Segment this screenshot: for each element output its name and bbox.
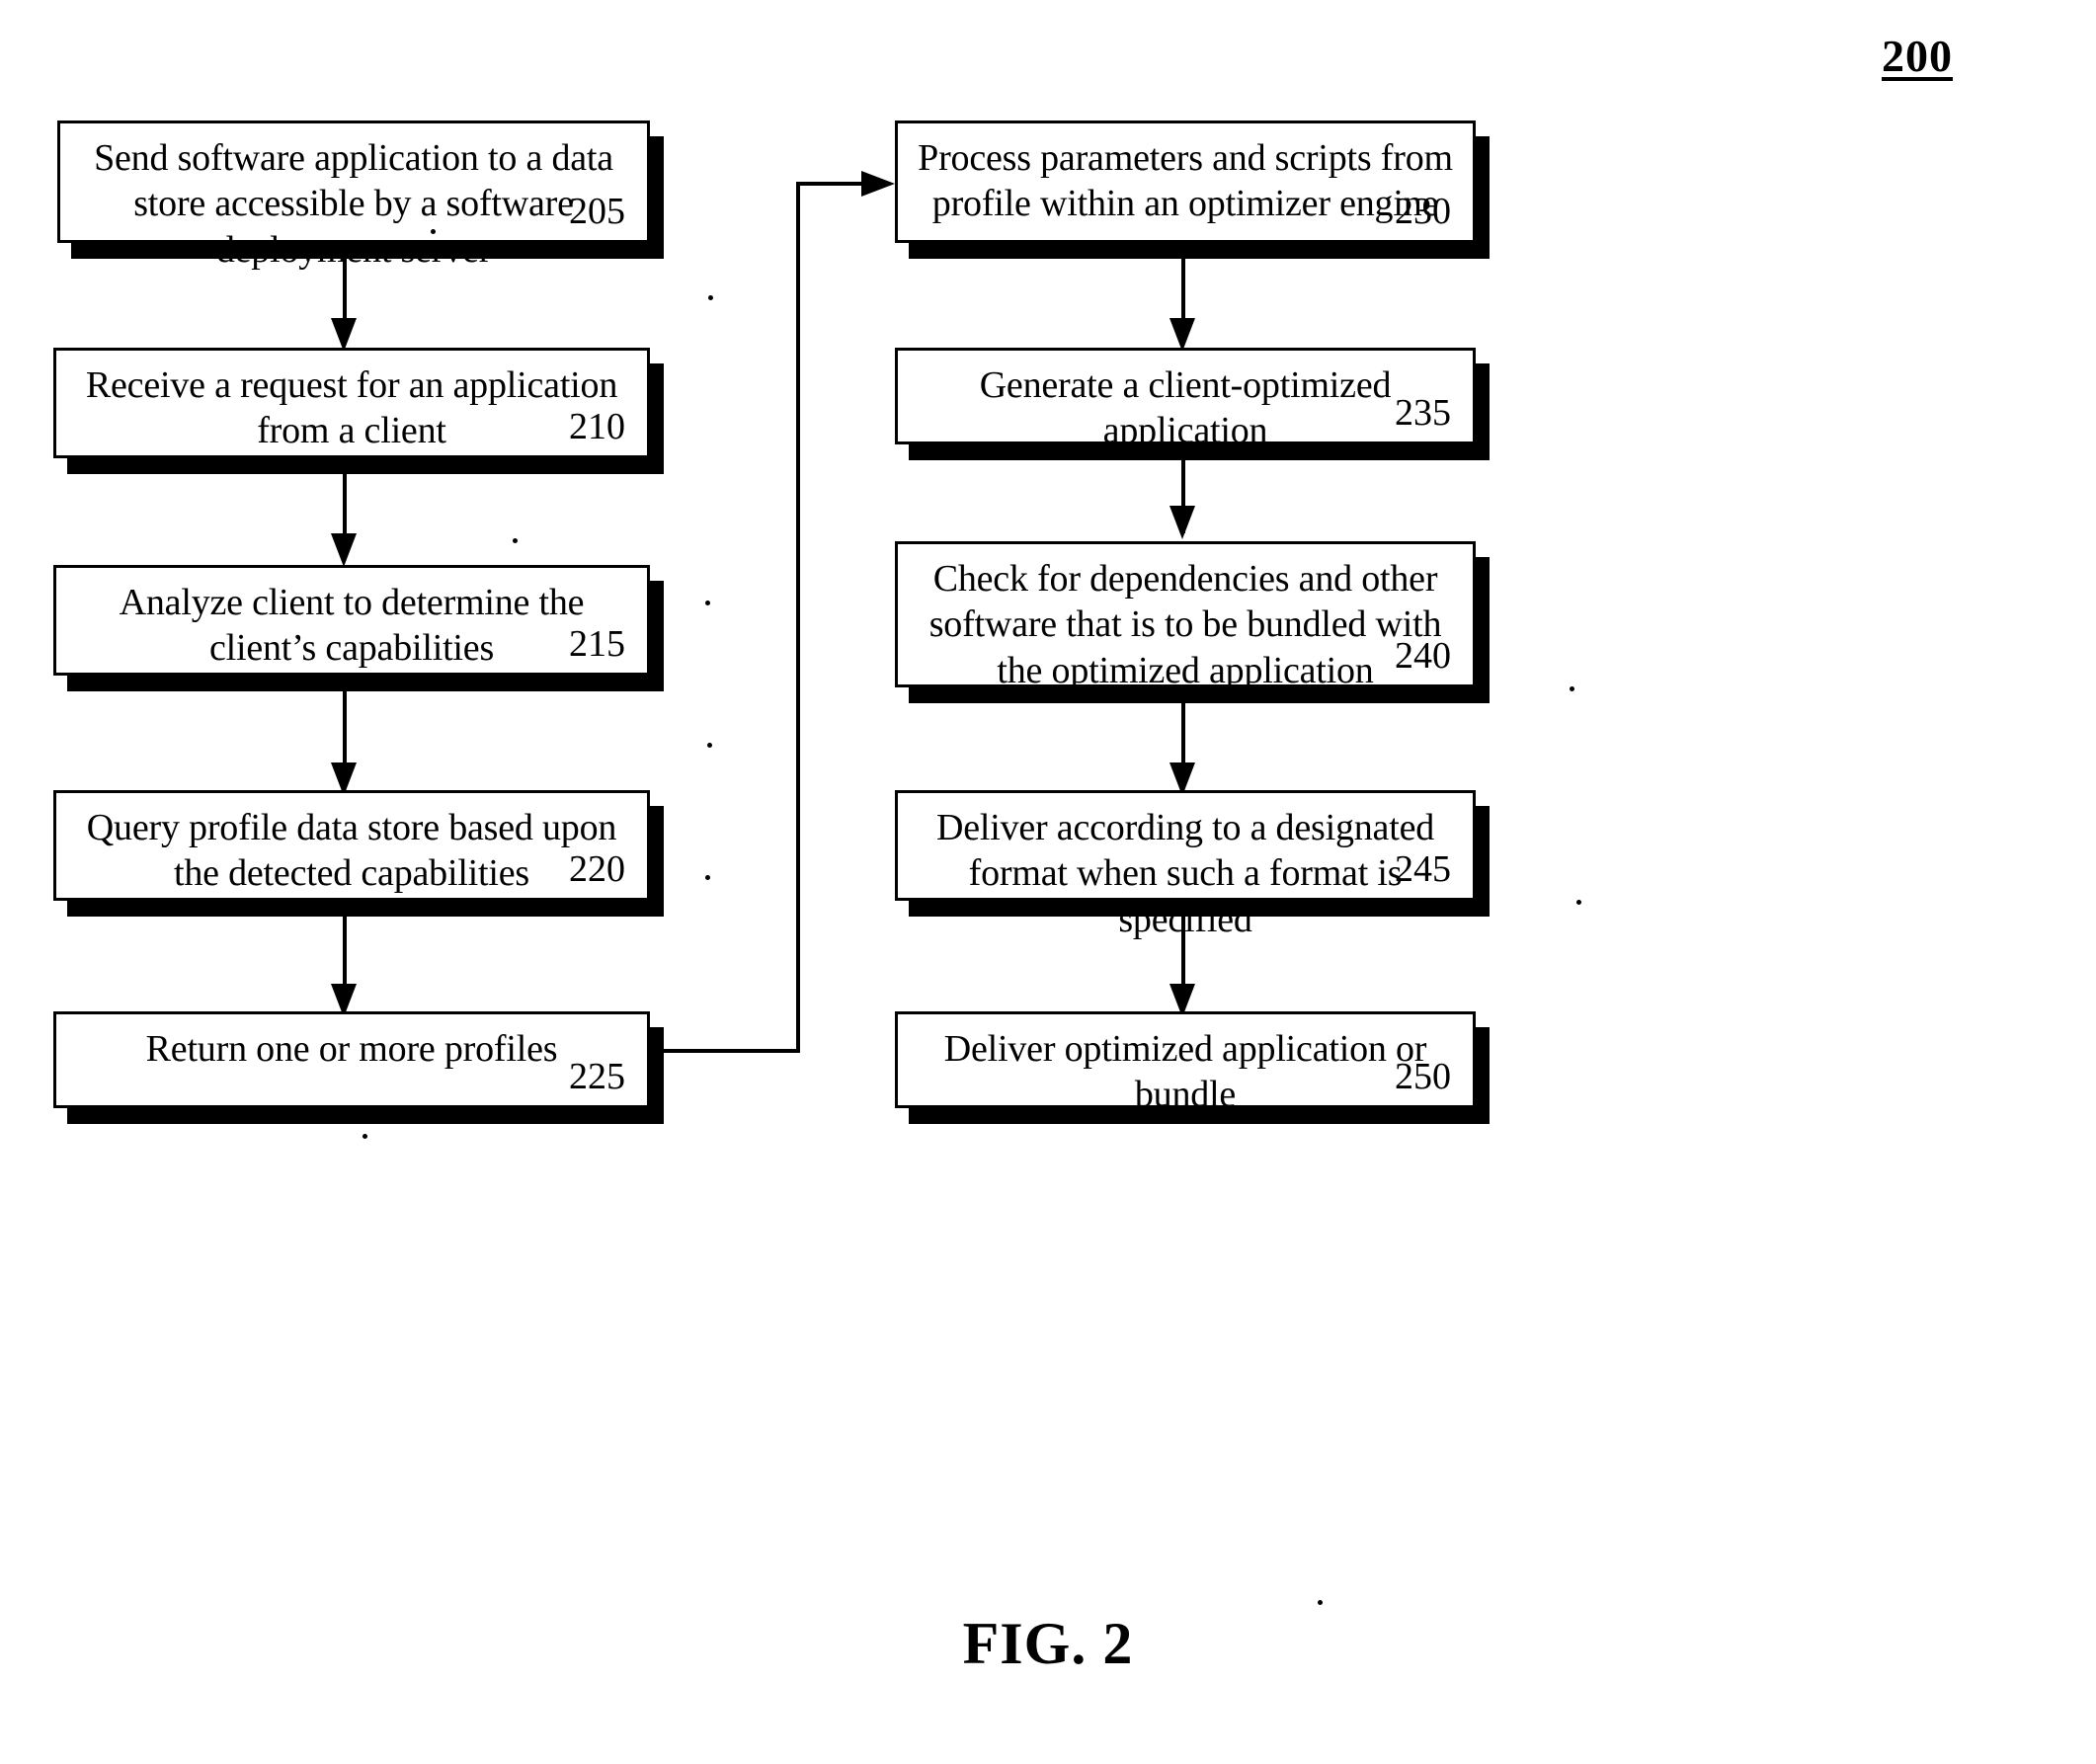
flowchart-node-205[interactable]: Send software application to a data stor… (57, 120, 650, 271)
flowchart-node-245[interactable]: Deliver according to a designated format… (895, 790, 1476, 940)
connector-225-to-230-segment-right (650, 1049, 800, 1053)
scan-speck (363, 1134, 367, 1139)
scan-speck (431, 229, 436, 234)
node-220-text: Query profile data store based upon the … (86, 807, 617, 895)
connector-220-to-225-line (343, 915, 347, 992)
figure-reference-number: 200 (1882, 31, 1953, 81)
scan-speck (1570, 686, 1574, 691)
connector-225-to-230-arrowhead (861, 171, 895, 197)
flowchart-node-235[interactable]: Generate a client-optimized application … (895, 348, 1476, 451)
node-225-number: 225 (569, 1056, 625, 1097)
flowchart-node-225[interactable]: Return one or more profiles 225 (53, 1011, 650, 1108)
flowchart-node-250[interactable]: Deliver optimized application or bundle … (895, 1011, 1476, 1115)
node-230-text: Process parameters and scripts from prof… (918, 137, 1453, 225)
scan-speck (513, 538, 518, 543)
node-210-text: Receive a request for an application fro… (85, 364, 618, 452)
connector-225-to-230-segment-up (796, 182, 800, 1053)
flowchart-node-240[interactable]: Check for dependencies and other softwar… (895, 541, 1476, 691)
node-235-text: Generate a client-optimized application (979, 364, 1392, 452)
scan-speck (1576, 900, 1581, 905)
node-235-number: 235 (1395, 392, 1451, 434)
scan-speck (707, 743, 712, 748)
node-205-text: Send software application to a data stor… (94, 137, 613, 271)
connector-235-to-240-arrowhead (1169, 506, 1195, 539)
node-220-number: 220 (569, 848, 625, 890)
node-210-number: 210 (569, 406, 625, 447)
node-250-number: 250 (1395, 1056, 1451, 1097)
node-215-number: 215 (569, 623, 625, 665)
connector-210-to-215-arrowhead (331, 533, 357, 567)
flowchart-node-230[interactable]: Process parameters and scripts from prof… (895, 120, 1476, 243)
connector-230-to-235-arrowhead (1169, 318, 1195, 352)
scan-speck (1318, 1600, 1323, 1605)
connector-230-to-235-line (1181, 255, 1185, 326)
scan-speck (708, 295, 713, 300)
node-250-text: Deliver optimized application or bundle (943, 1028, 1427, 1116)
flowchart-node-220[interactable]: Query profile data store based upon the … (53, 790, 650, 901)
flowchart-node-210[interactable]: Receive a request for an application fro… (53, 348, 650, 458)
figure-caption: FIG. 2 (962, 1611, 1134, 1676)
connector-245-to-250-line (1181, 915, 1185, 992)
connector-205-to-210-arrowhead (331, 318, 357, 352)
node-225-text: Return one or more profiles (145, 1028, 558, 1070)
node-240-text: Check for dependencies and other softwar… (928, 558, 1442, 691)
connector-205-to-210-line (343, 255, 347, 326)
node-245-text: Deliver according to a designated format… (935, 807, 1435, 940)
scan-speck (705, 875, 710, 880)
node-245-number: 245 (1395, 848, 1451, 890)
node-230-number: 230 (1395, 191, 1451, 232)
connector-215-to-220-line (343, 689, 347, 770)
node-205-number: 205 (569, 191, 625, 232)
scan-speck (705, 601, 710, 605)
patent-figure-2: 200 Send software application to a data … (0, 0, 2096, 1764)
flowchart-node-215[interactable]: Analyze client to determine the client’s… (53, 565, 650, 676)
node-240-number: 240 (1395, 635, 1451, 677)
node-215-text: Analyze client to determine the client’s… (119, 582, 585, 670)
